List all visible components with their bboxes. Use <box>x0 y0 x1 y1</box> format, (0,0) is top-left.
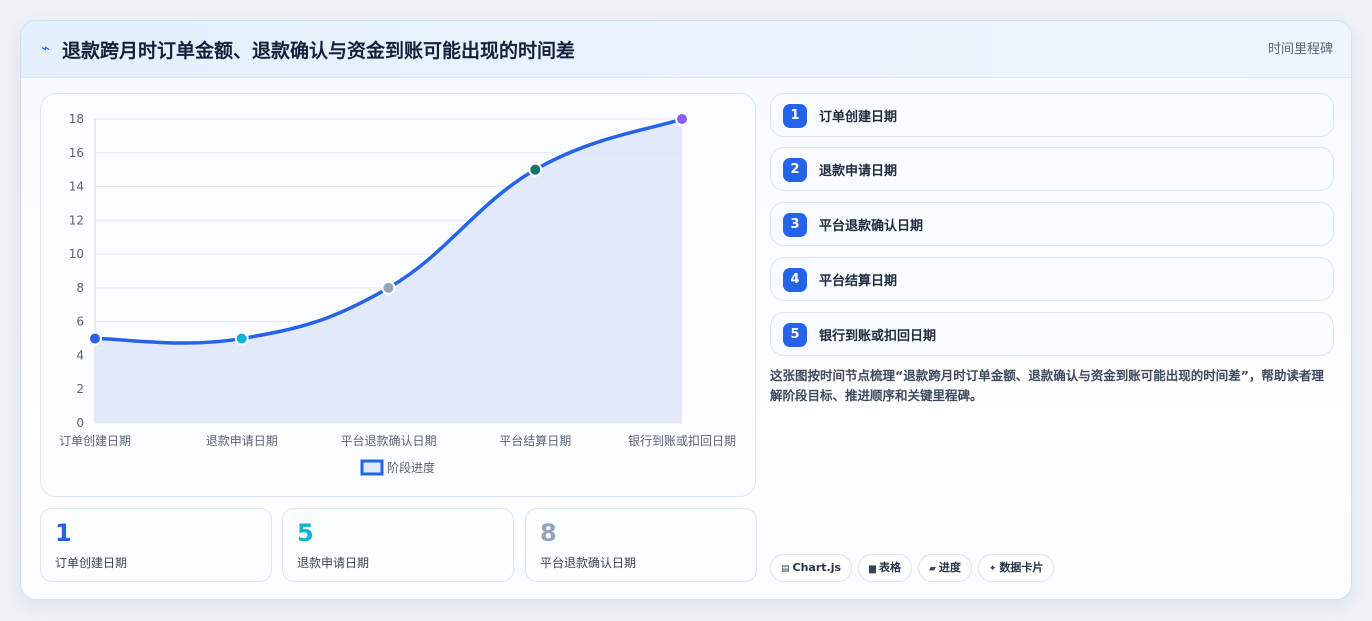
page-title: 退款跨月时订单金额、退款确认与资金到账可能出现的时间差 <box>62 40 576 62</box>
y-tick-label: 18 <box>69 112 84 126</box>
y-tick-label: 14 <box>69 180 84 194</box>
chip-label: 进度 <box>938 561 961 574</box>
milestone-item: 2 退款申请日期 <box>770 147 1334 191</box>
x-tick-label: 平台结算日期 <box>499 433 571 448</box>
stat-label: 订单创建日期 <box>55 556 128 570</box>
card-header: ⌁ 退款跨月时订单金额、退款确认与资金到账可能出现的时间差 时间里程碑 <box>21 21 1351 78</box>
step-label: 平台结算日期 <box>819 274 898 289</box>
tech-tags: ▤ Chart.js ▆ 表格 ▰ 进度 ✦ 数据卡片 <box>770 554 1060 582</box>
tag-progress[interactable]: ▰ 进度 <box>917 554 972 582</box>
milestone-item: 5 银行到账或扣回日期 <box>770 312 1334 356</box>
stat-card: 1 订单创建日期 <box>40 508 272 582</box>
x-tick-label: 平台退款确认日期 <box>340 433 436 448</box>
data-point <box>528 162 543 177</box>
step-badge: 3 <box>783 213 807 237</box>
tag-chartjs[interactable]: ▤ Chart.js <box>770 554 853 582</box>
stat-card: 8 平台退款确认日期 <box>525 508 757 582</box>
y-tick-label: 6 <box>76 315 84 329</box>
tag-table[interactable]: ▆ 表格 <box>858 554 912 582</box>
area-fill <box>95 119 682 423</box>
y-tick-label: 0 <box>76 416 84 430</box>
step-badge: 4 <box>783 268 807 292</box>
chip-label: Chart.js <box>792 561 842 574</box>
progress-icon: ▰ <box>928 564 936 574</box>
data-point <box>234 331 249 346</box>
tag-data-card[interactable]: ✦ 数据卡片 <box>977 554 1055 582</box>
data-point <box>88 331 102 346</box>
milestone-item: 4 平台结算日期 <box>770 257 1334 301</box>
lightning-icon: ⌁ <box>41 39 51 57</box>
chart-icon: ▤ <box>781 564 790 574</box>
chip-label: 表格 <box>878 561 901 574</box>
step-label: 退款申请日期 <box>819 164 898 179</box>
stat-value: 5 <box>297 519 314 547</box>
legend-label: 阶段进度 <box>387 460 435 475</box>
chip-label: 数据卡片 <box>999 561 1044 574</box>
x-tick-label: 银行到账或扣回日期 <box>628 434 736 448</box>
table-icon: ▆ <box>869 564 876 574</box>
chart-description: 这张图按时间节点梳理“退款跨月时订单金额、退款确认与资金到账可能出现的时间差”，… <box>770 368 1324 403</box>
step-badge: 5 <box>783 323 807 347</box>
stat-label: 平台退款确认日期 <box>540 556 637 570</box>
step-label: 平台退款确认日期 <box>819 219 924 234</box>
stat-value: 8 <box>540 519 557 547</box>
milestone-item: 3 平台退款确认日期 <box>770 202 1334 246</box>
step-label: 银行到账或扣回日期 <box>819 329 937 344</box>
chart-svg: 0 2 4 6 8 10 12 14 16 18 订单创建日期 退款申请日期 平台退款确认日期 平台结算日… <box>59 112 736 476</box>
line-chart: 0 2 4 6 8 10 12 14 16 18 订单创建日期 退款申请日期 平台退款确认日期 平台结算日… <box>40 93 756 497</box>
step-label: 订单创建日期 <box>819 110 898 125</box>
y-tick-label: 4 <box>76 348 84 362</box>
timeline-card: ⌁ 退款跨月时订单金额、退款确认与资金到账可能出现的时间差 时间里程碑 0 2 4 6… <box>20 20 1352 600</box>
stat-label: 退款申请日期 <box>297 556 370 570</box>
step-badge: 1 <box>783 104 807 128</box>
legend-swatch <box>360 459 384 476</box>
data-point <box>381 280 396 295</box>
y-tick-label: 8 <box>76 281 84 295</box>
data-point <box>675 112 689 126</box>
x-tick-label: 订单创建日期 <box>59 434 131 448</box>
stat-card: 5 退款申请日期 <box>282 508 514 582</box>
header-tag: 时间里程碑 <box>1267 42 1333 57</box>
card-icon: ✦ <box>988 564 997 574</box>
y-tick-label: 2 <box>76 382 84 396</box>
y-tick-label: 16 <box>69 146 84 160</box>
milestone-item: 1 订单创建日期 <box>770 93 1334 137</box>
x-tick-label: 退款申请日期 <box>206 434 278 448</box>
y-tick-label: 12 <box>69 213 84 227</box>
step-badge: 2 <box>783 158 807 182</box>
y-tick-label: 10 <box>69 247 84 261</box>
stat-value: 1 <box>55 519 72 547</box>
